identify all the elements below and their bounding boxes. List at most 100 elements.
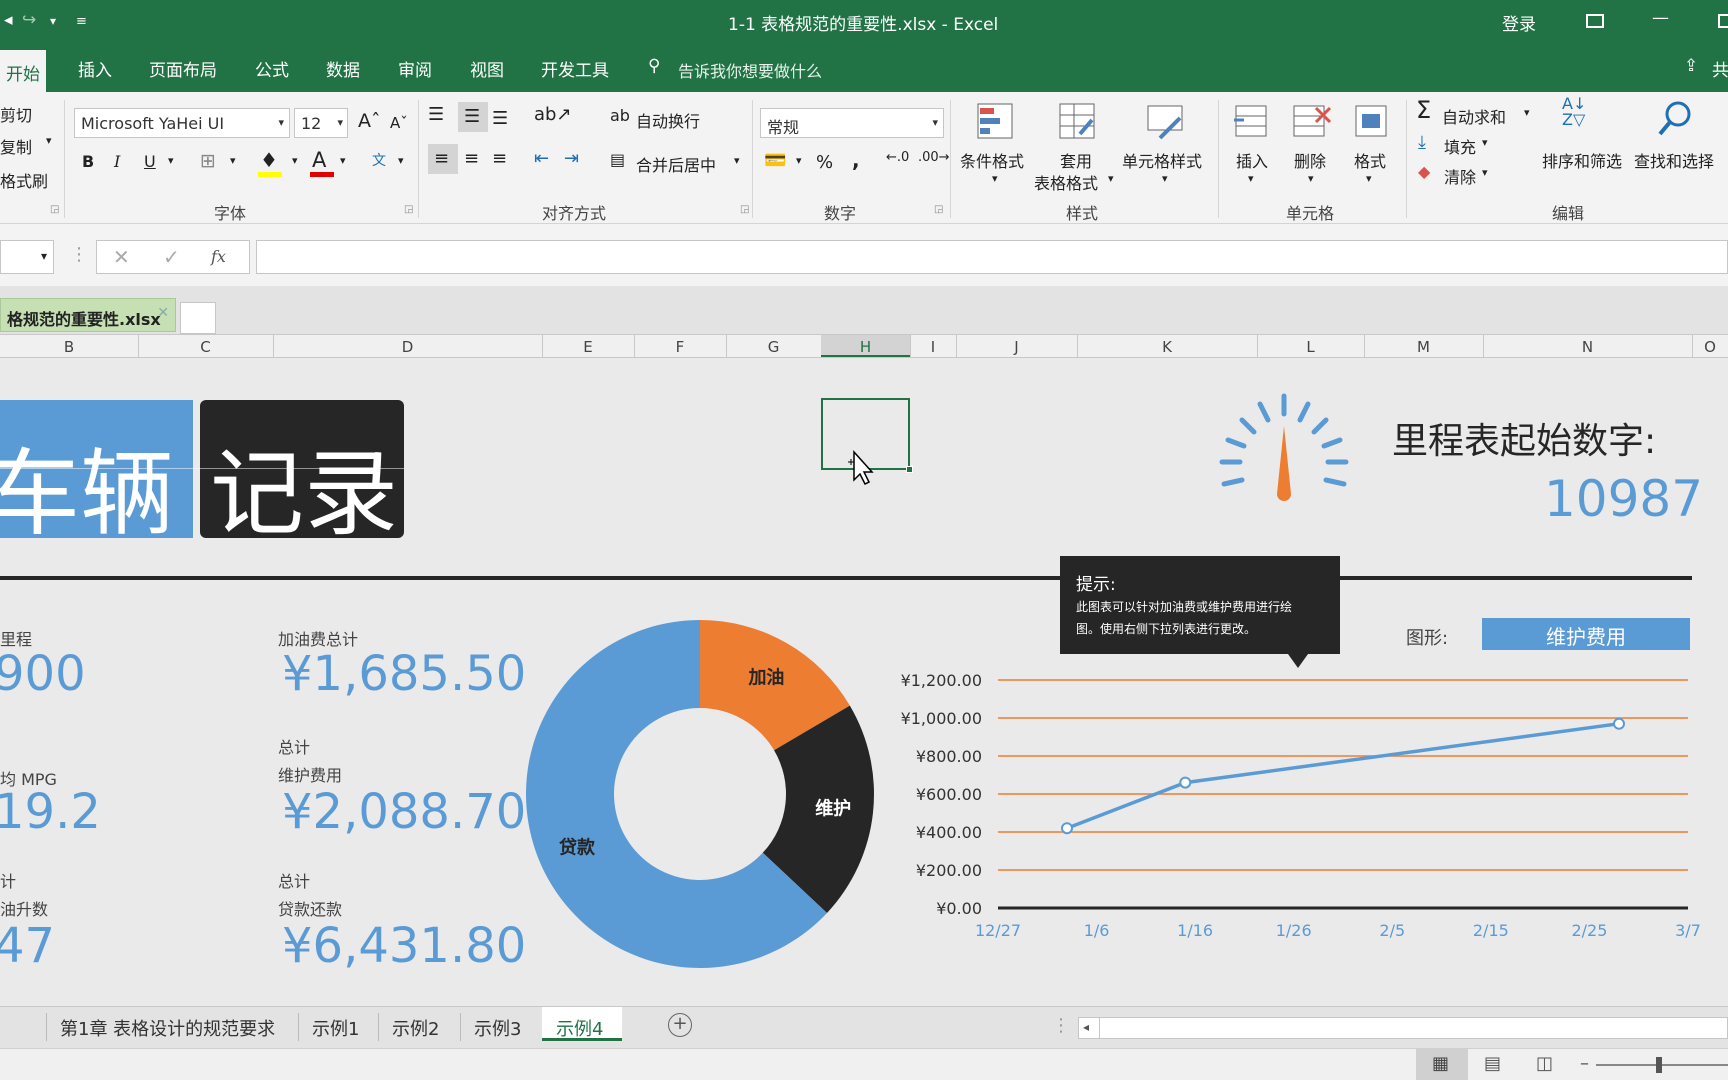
number-format-select[interactable]: 常规 ▾ <box>760 108 944 138</box>
format-as-table-label-2[interactable]: 表格格式 <box>1034 170 1098 194</box>
zoom-out-icon[interactable]: – <box>1580 1053 1589 1074</box>
worksheet[interactable]: 车辆 记录 里程表起始数字: 10987 里程 900 均 MPG 19.2 计… <box>0 358 1728 1006</box>
decrease-indent-icon[interactable]: ⇤ <box>534 148 549 169</box>
sheet-tab-example1[interactable]: 示例1 <box>312 1015 359 1041</box>
column-header-l[interactable]: L <box>1257 338 1364 356</box>
format-cells-icon[interactable] <box>1350 100 1392 142</box>
font-name-select[interactable]: Microsoft YaHei UI ▾ <box>74 108 290 138</box>
chevron-down-icon[interactable]: ▾ <box>992 172 998 185</box>
format-as-table-label-1[interactable]: 套用 <box>1060 148 1092 172</box>
search-icon[interactable]: ⚲ <box>648 56 660 76</box>
redo-icon[interactable]: ↪ <box>22 10 36 30</box>
column-header-n[interactable]: N <box>1483 338 1692 356</box>
customize-qat-icon[interactable]: ≡ <box>76 14 87 29</box>
workbook-tab[interactable]: 格规范的重要性.xlsx ✕ <box>0 298 176 332</box>
copy-dropdown-icon[interactable]: ▾ <box>46 134 52 147</box>
sigma-icon[interactable]: Σ <box>1416 96 1431 124</box>
splitter-icon[interactable]: ⋮ <box>1052 1015 1070 1036</box>
italic-button[interactable]: I <box>114 152 120 171</box>
copy-button[interactable]: 复制 <box>0 134 32 158</box>
horizontal-scrollbar[interactable]: ◂ <box>1078 1017 1728 1039</box>
tab-formulas[interactable]: 公式 <box>255 56 289 81</box>
border-icon[interactable]: ⊞ <box>200 150 216 172</box>
column-header-j[interactable]: J <box>956 338 1077 356</box>
conditional-format-icon[interactable] <box>974 100 1016 142</box>
tab-data[interactable]: 数据 <box>326 56 360 81</box>
decrease-decimal-icon[interactable]: .00→ <box>918 150 950 165</box>
chevron-down-icon[interactable]: ▾ <box>168 154 174 167</box>
column-header-c[interactable]: C <box>138 338 273 356</box>
increase-decimal-icon[interactable]: ←.0 <box>886 150 909 165</box>
cell-styles-icon[interactable] <box>1144 100 1186 142</box>
column-header-f[interactable]: F <box>634 338 726 356</box>
formula-input[interactable] <box>256 240 1728 274</box>
login-button[interactable]: 登录 <box>1502 10 1536 35</box>
sheet-tab-chapter1[interactable]: 第1章 表格设计的规范要求 <box>60 1015 275 1041</box>
font-size-select[interactable]: 12 ▾ <box>294 108 348 138</box>
tell-me-input[interactable]: 告诉我你想要做什么 <box>678 58 822 82</box>
enter-icon[interactable]: ✓ <box>163 245 180 269</box>
insert-cells-button[interactable]: 插入 <box>1236 148 1268 172</box>
delete-cells-icon[interactable] <box>1290 100 1332 142</box>
page-break-icon[interactable]: ◫ <box>1536 1053 1553 1074</box>
column-header-b[interactable]: B <box>0 338 138 356</box>
chevron-down-icon[interactable]: ▾ <box>292 154 298 167</box>
conditional-format-button[interactable]: 条件格式 <box>960 148 1024 172</box>
bold-button[interactable]: B <box>82 152 94 171</box>
font-color-icon[interactable]: A <box>312 148 326 172</box>
decrease-font-icon[interactable]: Aˇ <box>390 114 408 132</box>
name-box[interactable]: ▾ <box>0 240 54 274</box>
increase-font-icon[interactable]: Aˆ <box>358 110 381 132</box>
underline-button[interactable]: U <box>144 152 156 171</box>
chevron-down-icon[interactable]: ▾ <box>1162 172 1168 185</box>
dialog-launcher-icon[interactable]: ◲ <box>740 204 749 215</box>
tab-page-layout[interactable]: 页面布局 <box>149 56 217 81</box>
align-top-icon[interactable]: ☰ <box>428 104 444 125</box>
data-point[interactable] <box>1179 776 1192 789</box>
share-label[interactable]: 共 <box>1712 56 1728 81</box>
wrap-text-icon[interactable]: ab <box>610 106 630 125</box>
fill-button[interactable]: 填充 <box>1444 134 1476 158</box>
find-select-icon[interactable] <box>1654 98 1696 140</box>
chevron-down-icon[interactable]: ▾ <box>1366 172 1372 185</box>
dialog-launcher-icon[interactable]: ◲ <box>934 204 943 215</box>
align-center-icon[interactable]: ≡ <box>464 148 479 169</box>
chevron-down-icon[interactable]: ▾ <box>734 154 740 167</box>
new-tab-placeholder[interactable] <box>180 302 216 334</box>
delete-cells-button[interactable]: 删除 <box>1294 148 1326 172</box>
insert-cells-icon[interactable] <box>1232 100 1272 142</box>
scroll-left-icon[interactable]: ◂ <box>1083 1020 1089 1034</box>
column-header-d[interactable]: D <box>273 338 542 356</box>
phonetic-icon[interactable]: 文 <box>372 150 386 170</box>
expense-donut-chart[interactable]: 加油维护贷款 <box>520 614 880 974</box>
chevron-down-icon[interactable]: ▾ <box>1524 106 1530 119</box>
column-header-m[interactable]: M <box>1364 338 1483 356</box>
column-header-k[interactable]: K <box>1077 338 1257 356</box>
fill-down-icon[interactable]: ⤓ <box>1418 132 1426 153</box>
sort-filter-button[interactable]: 排序和筛选 <box>1542 148 1622 172</box>
merge-icon[interactable]: ▤ <box>610 150 625 169</box>
chevron-down-icon[interactable]: ▾ <box>1108 172 1114 185</box>
column-header-i[interactable]: I <box>910 338 956 356</box>
wrap-text-button[interactable]: 自动换行 <box>636 108 700 132</box>
data-point[interactable] <box>1061 822 1073 835</box>
sort-filter-icon[interactable]: A↓ Z▽ <box>1562 96 1586 128</box>
zoom-slider-thumb[interactable] <box>1656 1057 1662 1073</box>
cancel-icon[interactable]: ✕ <box>113 245 130 269</box>
dropdown-icon[interactable]: ▾ <box>50 14 56 28</box>
sheet-tab-example4[interactable]: 示例4 <box>542 1007 622 1041</box>
tab-review[interactable]: 审阅 <box>398 56 432 81</box>
dialog-launcher-icon[interactable]: ◲ <box>404 204 413 215</box>
close-icon[interactable]: ✕ <box>157 305 169 321</box>
insert-function-button[interactable]: fx <box>211 247 226 266</box>
orientation-icon[interactable]: ab↗ <box>534 104 572 125</box>
chevron-down-icon[interactable]: ▾ <box>398 154 404 167</box>
zoom-slider-track[interactable] <box>1596 1064 1728 1066</box>
tab-developer[interactable]: 开发工具 <box>541 56 609 81</box>
page-layout-icon[interactable]: ▤ <box>1484 1053 1501 1074</box>
normal-view-button[interactable]: ▦ <box>1416 1049 1468 1080</box>
undo-icon[interactable]: ◂ <box>4 10 13 30</box>
chevron-down-icon[interactable]: ▾ <box>230 154 236 167</box>
percent-button[interactable]: % <box>816 152 833 173</box>
chevron-down-icon[interactable]: ▾ <box>1482 166 1488 179</box>
